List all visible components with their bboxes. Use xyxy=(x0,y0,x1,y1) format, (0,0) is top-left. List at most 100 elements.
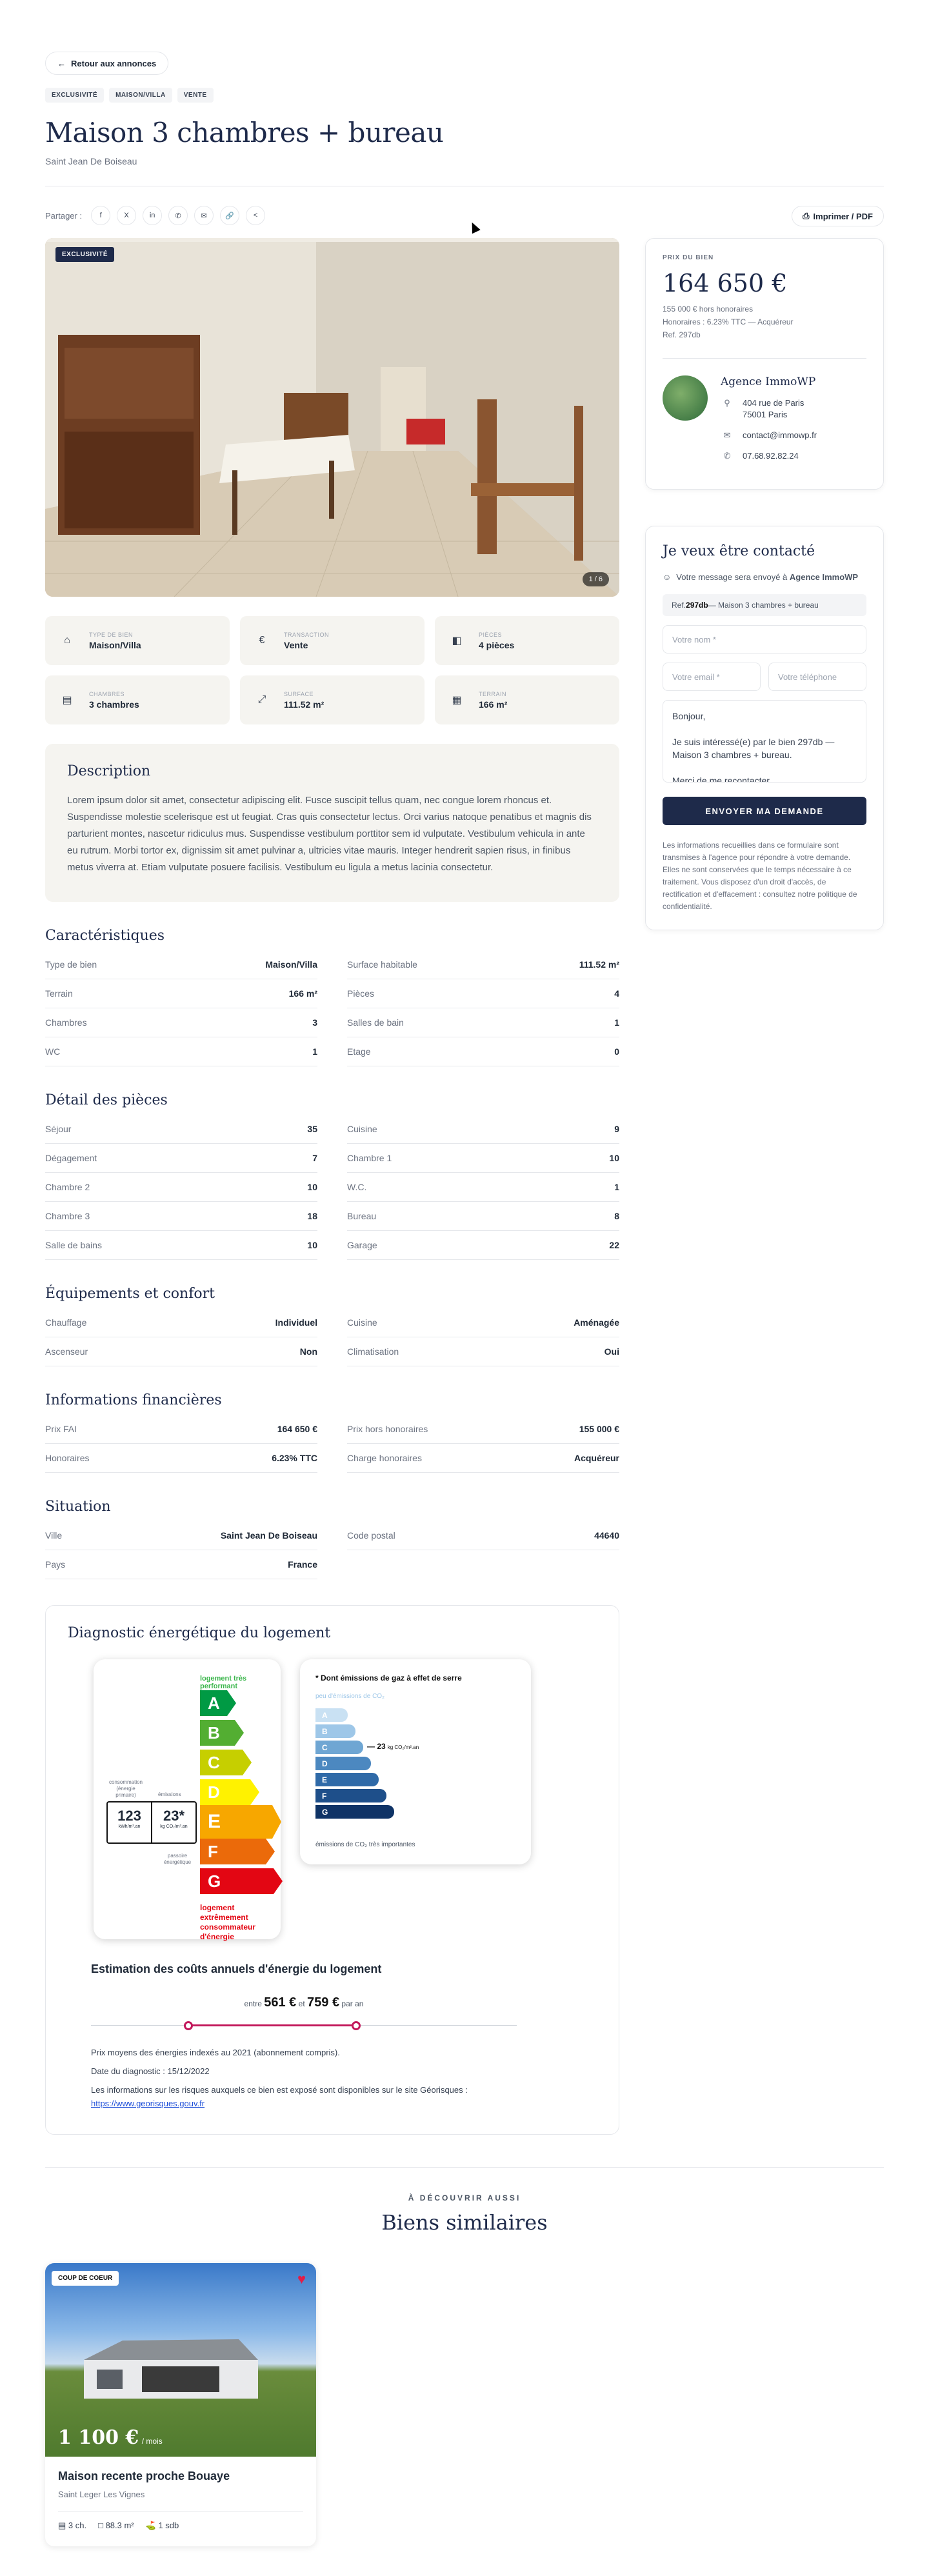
georisques-link[interactable]: https://www.georisques.gouv.fr xyxy=(91,2099,574,2108)
fact-label: CHAMBRES xyxy=(89,690,125,697)
key-facts: ⌂ TYPE DE BIEN Maison/Villa € TRANSACTION… xyxy=(45,616,619,724)
detail-value: 10 xyxy=(307,1182,317,1192)
cost-max-handle xyxy=(352,2021,361,2030)
detail-key: Cuisine xyxy=(347,1317,377,1328)
detail-row: Cuisine 9 xyxy=(347,1115,619,1144)
phone-link[interactable]: 07.68.92.82.24 xyxy=(743,450,799,462)
detail-key: Type de bien xyxy=(45,959,97,970)
similar-section: À DÉCOUVRIR AUSSI Biens similaires COUP … xyxy=(45,2167,884,2546)
description-text: Lorem ipsum dolor sit amet, consectetur … xyxy=(67,795,592,873)
ges-scale: A B C — 23 kg CO₂/m².an D E F G xyxy=(315,1708,509,1837)
detail-key: Prix FAI xyxy=(45,1424,77,1434)
detail-value: Maison/Villa xyxy=(265,959,317,970)
section-title: Caractéristiques xyxy=(45,928,165,944)
similar-badge: COUP DE COEUR xyxy=(52,2271,119,2286)
tag-list: EXCLUSIVITÉ MAISON/VILLA VENTE xyxy=(45,88,884,103)
description-title: Description xyxy=(67,763,151,779)
phone-field[interactable]: Votre téléphone xyxy=(768,663,866,691)
detail-row: Code postal 44640 xyxy=(347,1521,619,1550)
page-subtitle-city: Saint Jean De Boiseau xyxy=(45,156,137,166)
detail-row: Salles de bain 1 xyxy=(347,1008,619,1037)
property-photo xyxy=(45,238,619,597)
bed-icon: ▤ xyxy=(58,2521,68,2530)
bath-icon: ⛳ xyxy=(145,2521,159,2530)
energy-scale: ABCDEFG xyxy=(200,1690,283,1897)
fact-value: Vente xyxy=(284,639,308,650)
whatsapp-icon[interactable]: ✆ xyxy=(168,206,188,225)
detail-value: Non xyxy=(299,1346,317,1357)
ges-class-bar: A xyxy=(315,1708,348,1722)
similar-features: ▤ 3 ch. □ 88.3 m² ⛳ 1 sdb xyxy=(58,2511,303,2531)
email-field[interactable]: Votre email * xyxy=(663,663,761,691)
detail-row: Prix FAI 164 650 € xyxy=(45,1415,317,1444)
message-field[interactable]: Bonjour, Je suis intéressé(e) par le bie… xyxy=(663,700,866,783)
tag: EXCLUSIVITÉ xyxy=(45,88,105,103)
similar-kicker: À DÉCOUVRIR AUSSI xyxy=(408,2193,521,2202)
beds-value: 3 ch. xyxy=(68,2521,87,2530)
energy-top-label: logement très performant xyxy=(200,1675,247,1690)
price-card: PRIX DU BIEN 164 650 € 155 000 € hors ho… xyxy=(645,238,884,490)
photo-counter: 1 / 6 xyxy=(582,572,609,586)
agency-phone[interactable]: ✆ 07.68.92.82.24 xyxy=(721,450,817,462)
back-link[interactable]: ← Retour aux annonces xyxy=(45,52,169,75)
share-icon[interactable]: < xyxy=(246,206,266,225)
agency-name[interactable]: Agence ImmoWP xyxy=(721,375,817,388)
detail-section: Situation Ville Saint Jean De Boiseau Code … xyxy=(45,1499,619,1579)
address-line: 404 rue de Paris xyxy=(743,398,804,408)
consumption-label: consommation (énergie primaire) xyxy=(108,1779,143,1798)
submit-button[interactable]: ENVOYER MA DEMANDE xyxy=(663,797,866,825)
agency-email[interactable]: ✉ contact@immowp.fr xyxy=(721,430,817,441)
surface-value: 88.3 m² xyxy=(105,2521,134,2530)
door-icon: ◧ xyxy=(452,635,462,646)
detail-row: Climatisation Oui xyxy=(347,1337,619,1366)
similar-card[interactable]: COUP DE COEUR ♥ 1 100 € / mois Maison re… xyxy=(45,2263,316,2546)
cost-slider xyxy=(91,2019,517,2032)
ges-class-bar: F xyxy=(315,1789,386,1802)
back-label: Retour aux annonces xyxy=(71,58,157,68)
similar-name[interactable]: Maison recente proche Bouaye xyxy=(58,2470,303,2483)
facebook-icon[interactable]: f xyxy=(91,206,111,225)
detail-key: Surface habitable xyxy=(347,959,417,970)
detail-value: France xyxy=(288,1559,317,1570)
detail-key: Pays xyxy=(45,1559,66,1570)
detail-row: Ascenseur Non xyxy=(45,1337,317,1366)
fact-value: 3 chambres xyxy=(89,699,139,710)
photo-gallery[interactable]: EXCLUSIVITÉ 1 / 6 xyxy=(45,238,619,597)
similar-title: Biens similaires xyxy=(381,2210,548,2235)
fact-type: ⌂ TYPE DE BIEN Maison/Villa xyxy=(45,616,230,665)
agency-block: Agence ImmoWP ⚲ 404 rue de Paris 75001 Pa… xyxy=(663,358,866,462)
print-button[interactable]: ⎙ Imprimer / PDF xyxy=(792,206,884,226)
fact-value: 111.52 m² xyxy=(284,699,325,710)
detail-key: Bureau xyxy=(347,1211,377,1221)
similar-photo: COUP DE COEUR ♥ 1 100 € / mois xyxy=(45,2263,316,2457)
email-link[interactable]: contact@immowp.fr xyxy=(743,430,817,441)
detail-row: Bureau 8 xyxy=(347,1202,619,1231)
contact-form: Je veux être contacté ☺ Votre message se… xyxy=(645,526,884,930)
detail-value: 8 xyxy=(614,1211,619,1221)
detail-value: 155 000 € xyxy=(579,1424,619,1434)
ges-current-value: — 23 kg CO₂/m².an xyxy=(367,1742,419,1751)
linkedin-icon[interactable]: in xyxy=(143,206,163,225)
detail-key: Chambres xyxy=(45,1017,87,1028)
energy-class-bar: G xyxy=(200,1868,283,1894)
detail-key: Cuisine xyxy=(347,1124,377,1134)
detail-row: WC 1 xyxy=(45,1037,317,1066)
address-line: 75001 Paris xyxy=(743,410,788,419)
energy-value-box: 123 kWh/m².an 23* kg CO₂/m².an xyxy=(106,1801,197,1844)
section-title: Informations financières xyxy=(45,1392,222,1408)
x-icon[interactable]: X xyxy=(117,206,137,225)
detail-row: Type de bien Maison/Villa xyxy=(45,950,317,979)
detail-value: 10 xyxy=(307,1240,317,1250)
mail-icon[interactable]: ✉ xyxy=(194,206,214,225)
cost-min-handle xyxy=(184,2021,193,2030)
detail-key: Dégagement xyxy=(45,1153,97,1163)
detail-value: 3 xyxy=(312,1017,317,1028)
detail-value: Individuel xyxy=(275,1317,317,1328)
detail-row: Chambre 3 18 xyxy=(45,1202,317,1231)
heart-icon[interactable]: ♥ xyxy=(297,2271,306,2288)
detail-key: Chambre 1 xyxy=(347,1153,392,1163)
link-icon[interactable]: 🔗 xyxy=(220,206,240,225)
name-field[interactable]: Votre nom * xyxy=(663,625,866,654)
cost-range: entre 561 € et 759 € par an xyxy=(91,1995,517,2010)
fact-surface: ⤢ SURFACE 111.52 m² xyxy=(240,675,425,724)
